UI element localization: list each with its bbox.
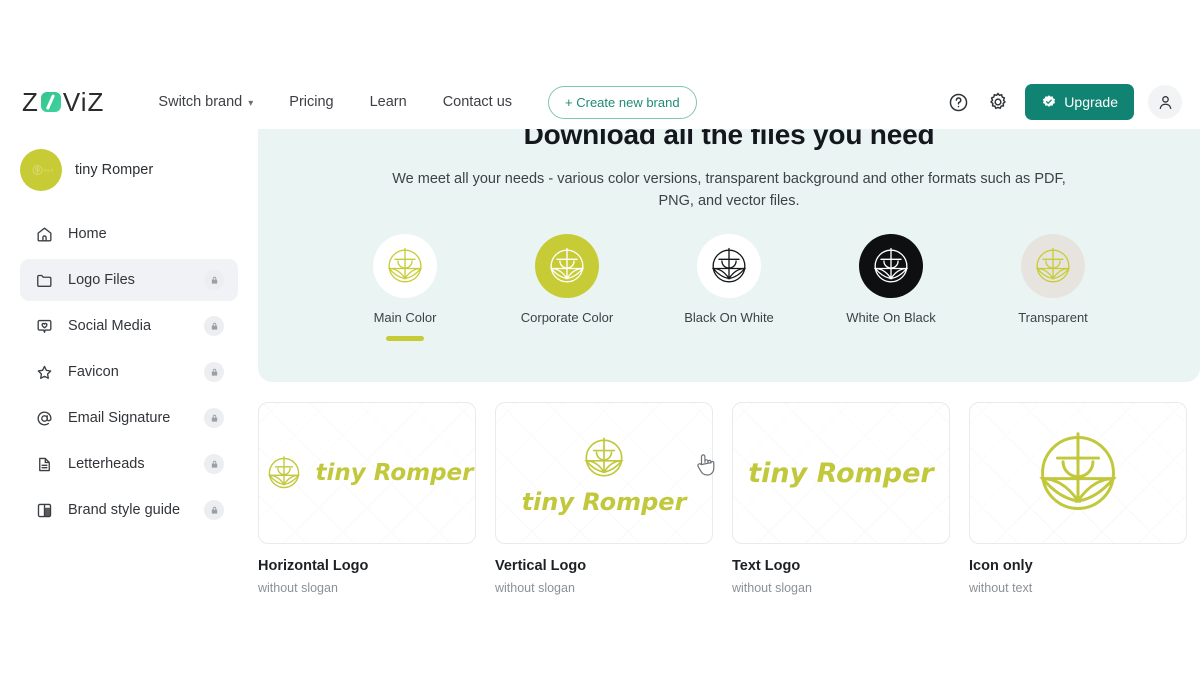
swatch-white-on-black bbox=[859, 234, 923, 298]
logo-files-grid: tiny Romper Horizontal Logo without slog… bbox=[258, 402, 1200, 595]
sidebar-item-label: Home bbox=[68, 226, 107, 242]
star-icon bbox=[34, 362, 54, 382]
social-heart-icon bbox=[34, 316, 54, 336]
logo-mark-icon bbox=[267, 456, 300, 489]
logo-card-title: Horizontal Logo bbox=[258, 558, 369, 574]
tab-label: Corporate Color bbox=[520, 310, 614, 325]
tab-main-color[interactable]: Main Color bbox=[324, 234, 486, 341]
tab-label: Transparent bbox=[1018, 310, 1088, 325]
sidebar-item-label: Logo Files bbox=[68, 272, 135, 288]
sidebar-item-favicon[interactable]: Favicon bbox=[20, 351, 238, 393]
logo-card-icon-only[interactable]: Icon only without text bbox=[969, 402, 1187, 595]
zoviz-logo[interactable]: Z ViZ bbox=[22, 86, 105, 117]
logo-wordmark: tiny Romper bbox=[315, 460, 474, 486]
lock-icon bbox=[204, 454, 224, 474]
upgrade-button-label: Upgrade bbox=[1064, 94, 1118, 110]
tab-label: Black On White bbox=[684, 310, 774, 325]
tab-label: White On Black bbox=[846, 310, 936, 325]
home-icon bbox=[34, 224, 54, 244]
logo-card-subtitle: without slogan bbox=[732, 581, 812, 595]
swatch-main-color bbox=[373, 234, 437, 298]
page-title: Download all the files you need bbox=[523, 129, 935, 150]
main-content: Download all the files you need We meet … bbox=[258, 129, 1200, 675]
brand-avatar: tiny Romper bbox=[20, 149, 62, 191]
tab-white-on-black[interactable]: White On Black bbox=[810, 234, 972, 341]
at-sign-icon bbox=[34, 408, 54, 428]
logo-preview-icon-only[interactable] bbox=[969, 402, 1187, 544]
sidebar-item-home[interactable]: Home bbox=[20, 213, 238, 255]
create-new-brand-button[interactable]: + Create new brand bbox=[548, 85, 697, 119]
logo-text-right: ViZ bbox=[62, 86, 105, 117]
logo-wordmark: tiny Romper bbox=[748, 457, 934, 489]
app-root: Z ViZ Switch brand ▾ Pricing Learn Contac… bbox=[0, 0, 1200, 675]
download-banner: Download all the files you need We meet … bbox=[258, 129, 1200, 382]
logo-preview-horizontal[interactable]: tiny Romper bbox=[258, 402, 476, 544]
verified-badge-icon bbox=[1041, 94, 1057, 110]
sidebar: tiny Romper tiny Romper Home bbox=[0, 129, 258, 675]
sidebar-item-brand-style-guide[interactable]: Brand style guide bbox=[20, 489, 238, 531]
logo-card-subtitle: without slogan bbox=[495, 581, 575, 595]
lock-icon bbox=[204, 408, 224, 428]
sidebar-brand-name: tiny Romper bbox=[75, 162, 154, 178]
logo-preview-vertical[interactable]: tiny Romper bbox=[495, 402, 713, 544]
swatch-black-on-white bbox=[697, 234, 761, 298]
logo-card-title: Icon only bbox=[969, 558, 1033, 574]
tab-transparent[interactable]: Transparent bbox=[972, 234, 1134, 341]
page-subtitle: We meet all your needs - various color v… bbox=[392, 171, 1066, 209]
tab-black-on-white[interactable]: Black On White bbox=[648, 234, 810, 341]
sidebar-item-label: Email Signature bbox=[68, 410, 171, 426]
document-icon bbox=[34, 454, 54, 474]
logo-mark-icon bbox=[584, 437, 624, 477]
sidebar-item-label: Brand style guide bbox=[68, 502, 181, 518]
logo-card-subtitle: without text bbox=[969, 581, 1033, 595]
sidebar-item-label: Favicon bbox=[68, 364, 119, 380]
sidebar-brand-row[interactable]: tiny Romper tiny Romper bbox=[0, 141, 258, 199]
sidebar-item-label: Letterheads bbox=[68, 456, 145, 472]
nav-switch-brand[interactable]: Switch brand ▾ bbox=[140, 88, 271, 116]
logo-preview-text[interactable]: tiny Romper bbox=[732, 402, 950, 544]
nav-contact-us[interactable]: Contact us bbox=[425, 88, 530, 116]
account-avatar-button[interactable] bbox=[1148, 85, 1182, 119]
folder-icon bbox=[34, 270, 54, 290]
lock-icon bbox=[204, 362, 224, 382]
logo-card-horizontal[interactable]: tiny Romper Horizontal Logo without slog… bbox=[258, 402, 476, 595]
color-variant-tabs: Main Color Corporate Color Black On Whit… bbox=[258, 234, 1200, 341]
help-circle-icon[interactable] bbox=[945, 89, 971, 115]
logo-wordmark: tiny Romper bbox=[521, 488, 687, 516]
svg-text:tiny Romper: tiny Romper bbox=[44, 168, 54, 173]
nav-switch-brand-label: Switch brand bbox=[158, 94, 243, 110]
sidebar-item-label: Social Media bbox=[68, 318, 152, 334]
tab-label: Main Color bbox=[373, 310, 437, 325]
swatch-transparent bbox=[1021, 234, 1085, 298]
swatch-corporate-color bbox=[535, 234, 599, 298]
logo-text-left: Z bbox=[22, 86, 39, 117]
user-icon bbox=[1159, 95, 1171, 109]
gear-icon[interactable] bbox=[985, 89, 1011, 115]
lock-icon bbox=[204, 316, 224, 336]
lock-icon bbox=[204, 270, 224, 290]
logo-o-mark-icon bbox=[40, 92, 61, 112]
sidebar-item-email-signature[interactable]: Email Signature bbox=[20, 397, 238, 439]
top-navigation-bar: Z ViZ Switch brand ▾ Pricing Learn Contac… bbox=[0, 75, 1200, 129]
main-nav-links: Switch brand ▾ Pricing Learn Contact us … bbox=[140, 85, 697, 119]
upgrade-button[interactable]: Upgrade bbox=[1025, 84, 1134, 120]
logo-card-vertical[interactable]: tiny Romper Vertical Logo without slogan bbox=[495, 402, 713, 595]
tab-corporate-color[interactable]: Corporate Color bbox=[486, 234, 648, 341]
sidebar-item-letterheads[interactable]: Letterheads bbox=[20, 443, 238, 485]
logo-card-title: Vertical Logo bbox=[495, 558, 587, 574]
logo-card-subtitle: without slogan bbox=[258, 581, 338, 595]
book-icon bbox=[34, 500, 54, 520]
chevron-down-icon: ▾ bbox=[248, 97, 254, 109]
sidebar-nav-list: Home Logo Files Social Media Favicon Ema… bbox=[0, 213, 258, 531]
top-bar-actions: Upgrade bbox=[945, 75, 1182, 129]
sidebar-item-logo-files[interactable]: Logo Files bbox=[20, 259, 238, 301]
nav-pricing[interactable]: Pricing bbox=[271, 88, 351, 116]
nav-learn[interactable]: Learn bbox=[352, 88, 425, 116]
logo-card-text[interactable]: tiny Romper Text Logo without slogan bbox=[732, 402, 950, 595]
logo-card-title: Text Logo bbox=[732, 558, 801, 574]
sidebar-item-social-media[interactable]: Social Media bbox=[20, 305, 238, 347]
logo-mark-icon bbox=[1039, 432, 1117, 510]
lock-icon bbox=[204, 500, 224, 520]
tab-active-indicator bbox=[386, 336, 424, 341]
